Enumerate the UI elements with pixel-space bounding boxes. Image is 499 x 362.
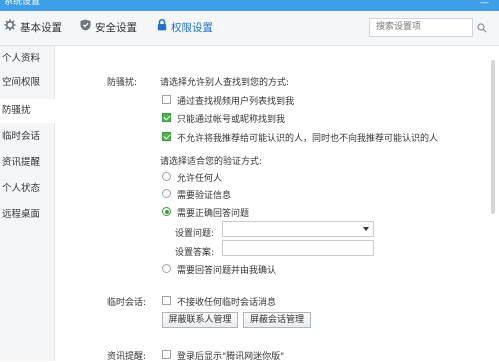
show-mini-news-checkbox[interactable] [162,350,171,359]
sidebar: 个人资料 空间权限 防骚扰 临时会话 资讯提醒 个人状态 远程桌面 [0,46,55,361]
settings-content: 防骚扰: 请选择允许别人查找到您的方式: 通过查找视频用户列表找到我 只能通过帐… [55,46,499,362]
sidebar-item-label: 个人状态 [2,183,41,194]
question-label: 设置问题: [175,229,215,239]
tab-permission-settings[interactable]: 权限设置 [157,11,213,45]
answer-and-confirm-label: 需要回答问题并由我确认 [177,266,277,276]
sidebar-item-status[interactable]: 个人状态 [0,177,54,201]
lock-icon [157,11,167,45]
sidebar-item-news-reminder[interactable]: 资讯提醒 [0,151,54,175]
require-answer-radio[interactable] [162,207,171,216]
verify-prompt: 请选择适合您的验证方式: [160,157,263,167]
sidebar-item-label: 防骚扰 [2,105,31,116]
search-icon[interactable] [477,23,487,36]
sidebar-item-label: 空间权限 [2,77,41,88]
allow-anyone-label: 允许任何人 [177,174,223,184]
chevron-down-icon [363,227,369,231]
window-title: 系统设置 [4,0,41,7]
question-select[interactable] [222,221,374,237]
section-label-news: 资讯提醒: [107,352,147,362]
no-recommend-label: 不允许将我推荐给可能认识的人，同时也不向我推荐可能认识的人 [177,134,439,144]
find-by-video-list-label: 通过查找视频用户列表找到我 [177,97,295,107]
top-tab-bar: 基本设置 安全设置 权限设置 [0,11,499,46]
require-verification-radio[interactable] [162,189,171,198]
sidebar-item-temp-chat[interactable]: 临时会话 [0,125,54,149]
sidebar-item-space-permission[interactable]: 空间权限 [0,71,54,95]
require-verification-label: 需要验证信息 [177,191,232,201]
shield-icon [80,11,91,45]
sidebar-item-label: 远程桌面 [2,209,41,220]
find-by-video-list-checkbox[interactable] [162,95,171,104]
sidebar-item-anti-harassment[interactable]: 防骚扰 [0,99,55,123]
sidebar-item-label: 个人资料 [2,53,41,64]
answer-input[interactable] [222,240,374,256]
sidebar-item-label: 资讯提醒 [2,157,41,168]
block-temp-chat-label: 不接收任何临时会话消息 [177,298,277,308]
sidebar-item-remote-desktop[interactable]: 远程桌面 [0,203,54,227]
show-mini-news-label: 登录后显示"腾讯网迷你版" [177,352,285,362]
sidebar-item-profile[interactable]: 个人资料 [0,47,54,71]
search-input[interactable] [369,18,473,37]
answer-label: 设置答案: [175,248,215,258]
tab-basic-settings-label: 基本设置 [20,22,62,34]
section-label-temp-chat: 临时会话: [107,298,147,308]
sidebar-item-label: 临时会话 [2,131,41,142]
gear-icon [4,11,16,45]
block-contacts-button[interactable]: 屏蔽联系人管理 [162,312,238,328]
allow-anyone-radio[interactable] [162,172,171,181]
tab-security-settings[interactable]: 安全设置 [80,11,137,45]
tab-basic-settings[interactable]: 基本设置 [4,11,62,45]
section-label-anti-harassment: 防骚扰: [107,78,138,88]
tab-permission-settings-label: 权限设置 [171,22,213,34]
find-by-account-label: 只能通过帐号或昵称找到我 [177,115,286,125]
minimize-icon[interactable]: — [480,0,489,8]
tab-security-settings-label: 安全设置 [95,22,137,34]
title-bar: 系统设置 — [0,0,499,11]
find-prompt: 请选择允许别人查找到您的方式: [160,78,290,88]
block-temp-chat-checkbox[interactable] [162,296,171,305]
find-by-account-checkbox[interactable] [162,113,171,122]
no-recommend-checkbox[interactable] [162,132,171,141]
block-sessions-button[interactable]: 屏蔽会话管理 [243,312,311,328]
answer-and-confirm-radio[interactable] [162,264,171,273]
scrollbar-thumb[interactable] [491,60,495,214]
require-answer-label: 需要正确回答问题 [177,209,250,219]
